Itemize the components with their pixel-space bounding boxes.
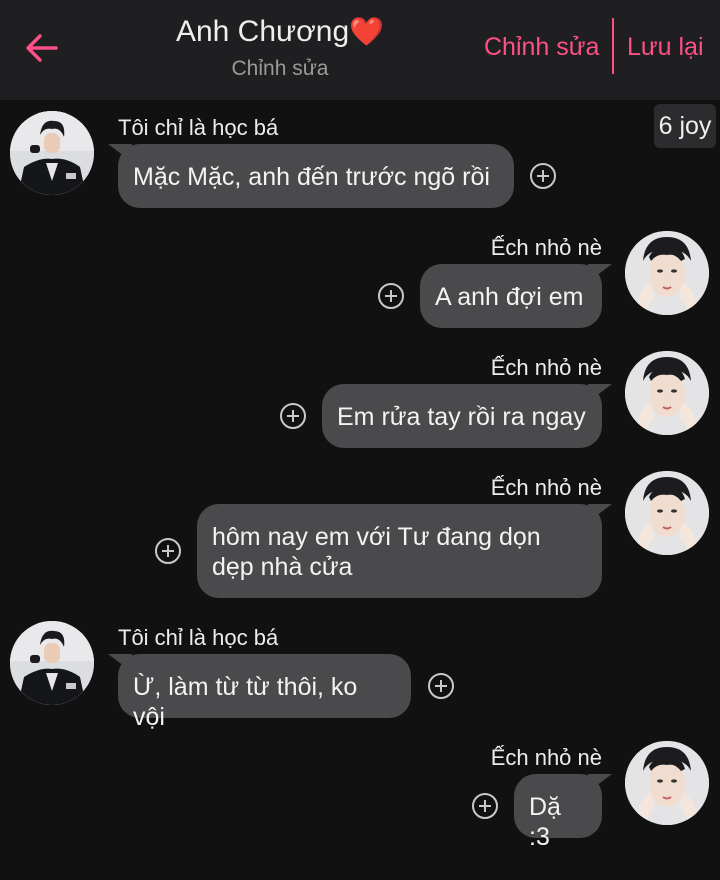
sender-name: Ếch nhỏ nè [490,355,602,380]
add-reaction-icon[interactable] [378,283,404,309]
avatar-left[interactable] [10,111,94,195]
avatar-left[interactable] [10,621,94,705]
avatar-right[interactable] [625,231,709,315]
message-bubble[interactable]: A anh đợi em [420,264,602,328]
sender-name: Ếch nhỏ nè [490,745,602,770]
message-bubble[interactable]: Em rửa tay rồi ra ngay [322,384,602,448]
page-title: Anh Chương❤️ [150,12,410,52]
joy-badge: 6 joy [654,104,716,148]
edit-button[interactable]: Chỉnh sửa [484,30,599,64]
avatar-right[interactable] [625,471,709,555]
sender-name: Tôi chỉ là học bá [118,625,279,650]
add-reaction-icon[interactable] [530,163,556,189]
message-bubble[interactable]: Dặ :3 [514,774,602,851]
page-subtitle: Chỉnh sửa [231,57,329,80]
sender-name: Ếch nhỏ nè [490,235,602,260]
header-divider [612,18,614,74]
message-bubble[interactable]: Mặc Mặc, anh đến trước ngõ rồi [118,144,514,208]
add-reaction-icon[interactable] [428,673,454,699]
back-arrow-icon[interactable] [22,28,62,68]
avatar-right[interactable] [625,351,709,435]
sender-name: Tôi chỉ là học bá [118,115,279,140]
title-text: Anh Chương [175,15,350,48]
add-reaction-icon[interactable] [472,793,498,819]
message-bubble[interactable]: hôm nay em với Tư đang dọn dẹp nhà cửa [197,504,602,598]
save-button[interactable]: Lưu lại [627,30,704,64]
top-bar: Anh Chương❤️ Chỉnh sửa Chỉnh sửa Lưu lại [0,0,720,100]
add-reaction-icon[interactable] [155,538,181,564]
add-reaction-icon[interactable] [280,403,306,429]
message-bubble[interactable]: Ừ, làm từ từ thôi, ko vội [118,654,411,731]
title-block: Anh Chương❤️ Chỉnh sửa [150,12,410,84]
sender-name: Ếch nhỏ nè [490,475,602,500]
heart-icon: ❤️ [349,16,385,47]
avatar-right[interactable] [625,741,709,825]
